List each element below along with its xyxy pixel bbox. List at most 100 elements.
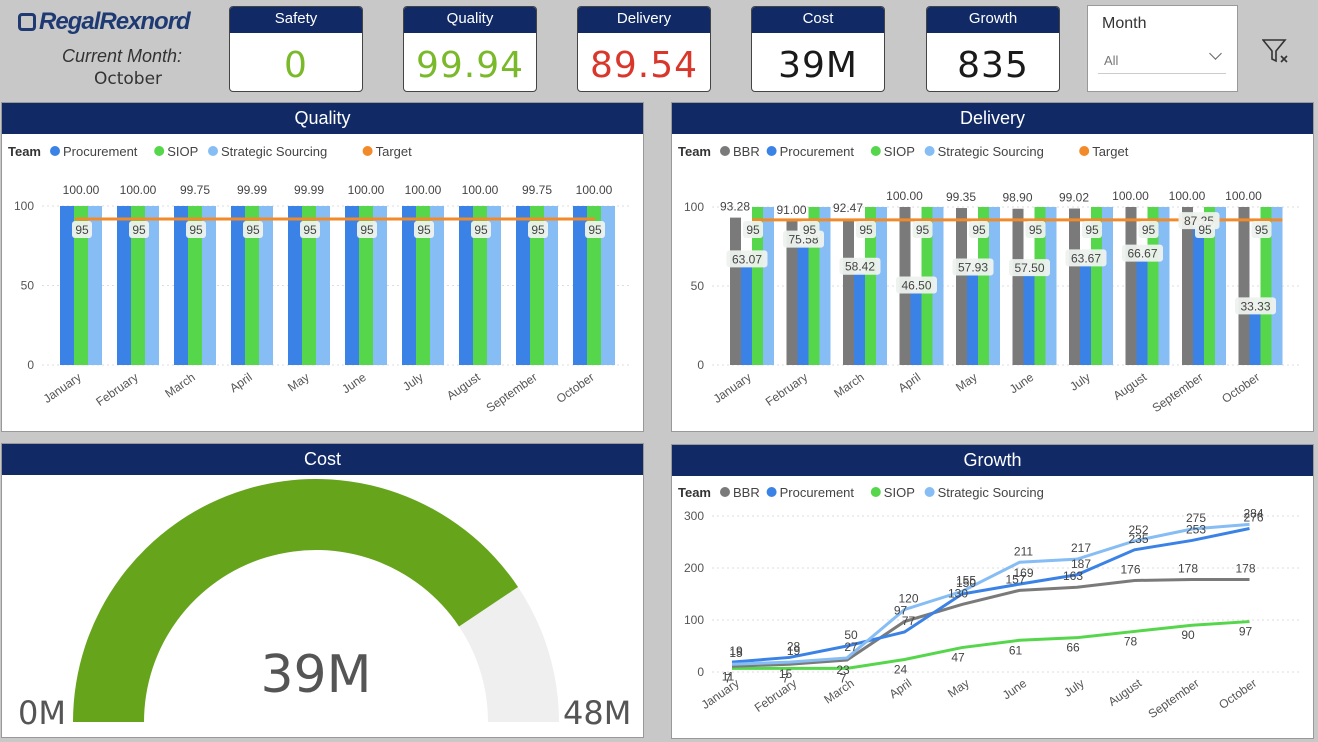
bar-bbr (1238, 207, 1250, 365)
data-label: 95 (916, 223, 930, 237)
kpi-value: 39M (778, 45, 858, 86)
data-label: 100.00 (1225, 189, 1262, 203)
data-label: 100.00 (576, 183, 613, 197)
data-label: 63.67 (1071, 251, 1101, 265)
cost-panel: Cost 39M 0M 48M (1, 443, 644, 738)
bar-procurement (459, 206, 473, 365)
gauge-max-label: 48M (563, 694, 631, 732)
data-label: 163 (1063, 569, 1083, 583)
x-tick-label: August (1111, 370, 1150, 403)
chevron-down-icon (1209, 47, 1222, 60)
chart-svg: Team BBR Procurement SIOP Strategic Sourcing… (678, 144, 1302, 415)
bar-procurement (797, 245, 809, 365)
legend-title: Team (678, 144, 711, 159)
data-label: 211 (1014, 544, 1033, 558)
growth-panel: Growth Team BBR Procurement SIOP Strategic S… (671, 444, 1314, 739)
legend-item: SIOP (167, 144, 198, 159)
x-tick-label: January (711, 370, 754, 406)
x-tick-label: February (752, 676, 799, 715)
bar-bbr (1069, 208, 1080, 365)
x-tick-label: June (1007, 370, 1037, 397)
data-label: 66.67 (1127, 247, 1157, 261)
legend-item: Strategic Sourcing (221, 144, 327, 159)
bar-procurement (573, 206, 587, 365)
data-label: 95 (803, 223, 817, 237)
data-label: 57.50 (1014, 261, 1044, 275)
x-tick-label: April (887, 676, 915, 701)
legend-title: Team (8, 144, 41, 159)
data-label: 90 (1181, 628, 1195, 642)
x-tick-label: January (41, 370, 84, 406)
x-tick-label: July (1067, 370, 1093, 394)
data-label: 100.00 (120, 183, 157, 197)
legend-marker (870, 487, 881, 497)
kpi-value: 99.94 (415, 45, 525, 86)
data-label: 46.50 (901, 279, 931, 293)
y-tick-label: 100 (684, 613, 704, 627)
legend-marker (1079, 146, 1090, 156)
data-label: 47 (951, 651, 965, 665)
data-label: 33.33 (1240, 299, 1270, 313)
data-label: 92.47 (833, 201, 863, 215)
bar-bbr (956, 208, 967, 365)
data-label: 100.00 (1112, 189, 1149, 203)
data-label: 95 (360, 223, 374, 237)
month-dropdown-value: All (1104, 53, 1119, 68)
legend-marker (924, 487, 935, 497)
bar-bbr (1012, 208, 1024, 365)
month-slicer: Month All (1087, 5, 1238, 92)
legend-item: Procurement (780, 485, 855, 500)
y-tick-label: 0 (697, 665, 704, 679)
data-label: 24 (894, 663, 908, 677)
bar-strategic-sourcing (1045, 207, 1057, 365)
x-tick-label: August (444, 370, 483, 403)
x-tick-label: March (162, 370, 197, 401)
kpi-label: Safety (230, 7, 362, 33)
y-tick-label: 50 (691, 279, 705, 293)
data-label: 99.75 (522, 183, 552, 197)
x-tick-label: May (953, 370, 980, 394)
legend-marker (50, 146, 60, 156)
bar-procurement (174, 206, 188, 365)
x-tick-label: August (1106, 676, 1145, 709)
data-label: 178 (1178, 561, 1198, 575)
gauge-value: 39M (260, 645, 371, 705)
data-label: 120 (898, 592, 918, 606)
data-label: 99.75 (180, 183, 210, 197)
data-label: 61 (1009, 643, 1023, 657)
month-dropdown[interactable]: All (1098, 41, 1226, 74)
chart-svg: Team BBR Procurement SIOP Strategic Sourcing… (678, 485, 1302, 721)
bar-procurement (854, 272, 865, 365)
bar-procurement (741, 265, 752, 365)
y-tick-label: 100 (14, 199, 34, 213)
data-label: 100.00 (63, 183, 100, 197)
x-tick-label: October (1216, 676, 1259, 712)
data-label: 95 (303, 223, 317, 237)
kpi-card-quality: Quality 99.94 (403, 6, 537, 92)
data-label: 91.00 (776, 203, 806, 217)
x-tick-label: September (1150, 370, 1206, 415)
data-label: 187 (1071, 557, 1091, 571)
bar-bbr (1182, 207, 1193, 365)
kpi-label: Growth (927, 7, 1059, 33)
data-label: 95 (1029, 223, 1043, 237)
data-label: 97 (1239, 625, 1253, 639)
data-label: 58.42 (845, 260, 875, 274)
data-label: 100.00 (886, 189, 923, 203)
kpi-card-cost: Cost 39M (751, 6, 885, 92)
data-label: 100.00 (1169, 189, 1206, 203)
data-label: 95 (588, 223, 602, 237)
legend-item: Target (1092, 144, 1129, 159)
bar-procurement (1249, 312, 1261, 365)
data-label: 27 (844, 640, 858, 654)
y-tick-label: 300 (684, 509, 704, 523)
legend-item: Target (376, 144, 413, 159)
data-label: 169 (1013, 566, 1033, 580)
bar-procurement (516, 206, 530, 365)
data-label: 95 (972, 223, 986, 237)
clear-filter-icon[interactable] (1262, 38, 1292, 66)
data-label: 95 (1085, 223, 1099, 237)
legend-item: SIOP (884, 485, 915, 500)
data-label: 63.07 (732, 252, 762, 266)
data-label: 100.00 (462, 183, 499, 197)
